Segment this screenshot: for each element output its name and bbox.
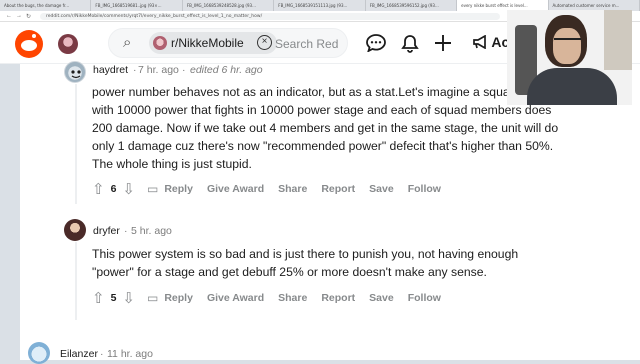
thread-line[interactable] bbox=[75, 84, 77, 204]
avatar[interactable] bbox=[64, 61, 86, 83]
bell-icon[interactable] bbox=[401, 34, 419, 58]
separator-dot: · bbox=[100, 348, 104, 360]
share-button[interactable]: Share bbox=[278, 292, 307, 304]
subreddit-filter-chip[interactable]: r/NikkeMobile × bbox=[149, 32, 277, 54]
avatar[interactable] bbox=[28, 342, 50, 364]
webcam-overlay bbox=[507, 10, 632, 105]
comment-line: power number behaves not as an indicator… bbox=[92, 85, 541, 99]
comment-line: This power system is so bad and is just … bbox=[92, 247, 519, 261]
thread-line[interactable] bbox=[75, 242, 77, 320]
comment-timestamp[interactable]: 11 hr. ago bbox=[107, 348, 153, 360]
comment-actions: ⇧ 6 ⇩ ▭ Reply Give Award Share Report Sa… bbox=[92, 180, 441, 198]
glasses bbox=[554, 38, 581, 44]
plus-icon[interactable] bbox=[434, 34, 452, 57]
avatar[interactable] bbox=[64, 219, 86, 241]
save-button[interactable]: Save bbox=[369, 292, 394, 304]
comment-line: 200 damage. Now if we take out 4 members… bbox=[92, 121, 559, 135]
back-icon[interactable]: ← bbox=[6, 13, 12, 19]
chat-icon[interactable] bbox=[366, 34, 386, 57]
browser-tab[interactable]: FB_IMG_1668519681..jpg (93×... bbox=[91, 0, 183, 11]
comment-body: power number behaves not as an indicator… bbox=[92, 83, 558, 173]
give-award-button[interactable]: Give Award bbox=[207, 292, 264, 304]
follow-button[interactable]: Follow bbox=[408, 183, 441, 195]
subreddit-chip-label: r/NikkeMobile bbox=[171, 36, 244, 50]
address-bar[interactable]: reddit.com/r/NikkeMobile/comments/yrqt7l… bbox=[40, 13, 500, 20]
comment-line: "power" for a stage and get debuff 25% o… bbox=[92, 265, 487, 279]
save-button[interactable]: Save bbox=[369, 183, 394, 195]
comment-author[interactable]: haydret bbox=[93, 64, 128, 76]
separator-dot: · bbox=[182, 64, 186, 76]
browser-tab[interactable]: FB_IMG_1668539248528.jpg (93... bbox=[183, 0, 275, 11]
vote-score: 5 bbox=[110, 292, 117, 304]
search-placeholder: Search Red bbox=[275, 37, 339, 51]
reply-icon[interactable]: ▭ bbox=[147, 291, 158, 305]
browser-tab[interactable]: FB_IMG_1668539596152.jpg (93... bbox=[366, 0, 458, 11]
report-button[interactable]: Report bbox=[321, 183, 355, 195]
comment-line: only 1 damage cuz there's now "recommend… bbox=[92, 139, 554, 153]
browser-tab[interactable]: FB_IMG_1668539151113.jpg (93... bbox=[274, 0, 366, 11]
vote-score: 6 bbox=[110, 183, 117, 195]
megaphone-icon bbox=[473, 34, 486, 50]
reply-icon[interactable]: ▭ bbox=[147, 182, 158, 196]
streamer-face bbox=[553, 28, 581, 64]
comment-timestamp[interactable]: 7 hr. ago bbox=[138, 64, 179, 76]
community-avatar[interactable] bbox=[58, 34, 78, 54]
comment-feed: haydret · 7 hr. ago · edited 6 hr. ago p… bbox=[20, 61, 640, 364]
reload-icon[interactable]: ↻ bbox=[26, 13, 31, 20]
comment-line: with 10000 power that fights in 10000 po… bbox=[92, 103, 552, 117]
subreddit-avatar bbox=[153, 36, 167, 50]
share-button[interactable]: Share bbox=[278, 183, 307, 195]
upvote-icon[interactable]: ⇧ bbox=[92, 289, 105, 307]
separator-dot: · bbox=[133, 64, 137, 76]
downvote-icon[interactable]: ⇩ bbox=[122, 289, 135, 307]
comment-body: This power system is so bad and is just … bbox=[92, 245, 518, 281]
reddit-logo-icon[interactable] bbox=[15, 30, 43, 58]
follow-button[interactable]: Follow bbox=[408, 292, 441, 304]
separator-dot: · bbox=[124, 225, 128, 237]
forward-icon[interactable]: → bbox=[16, 13, 22, 19]
comment-timestamp[interactable]: 5 hr. ago bbox=[131, 225, 172, 237]
comment-author[interactable]: Eilanzer bbox=[60, 348, 98, 360]
report-button[interactable]: Report bbox=[321, 292, 355, 304]
background-shelf bbox=[604, 10, 632, 70]
give-award-button[interactable]: Give Award bbox=[207, 183, 264, 195]
downvote-icon[interactable]: ⇩ bbox=[122, 180, 135, 198]
streamer-body bbox=[527, 68, 617, 105]
browser-tab[interactable]: About the bugs, the damage fr... bbox=[0, 0, 92, 11]
reply-button[interactable]: Reply bbox=[164, 183, 193, 195]
comment-line: The whole thing is just stupid. bbox=[92, 157, 252, 171]
advertise-button[interactable]: Ac bbox=[472, 34, 509, 50]
comment-actions: ⇧ 5 ⇩ ▭ Reply Give Award Share Report Sa… bbox=[92, 289, 441, 307]
edited-timestamp: edited 6 hr. ago bbox=[190, 64, 263, 76]
close-icon[interactable]: × bbox=[257, 35, 272, 50]
search-icon: ⌕ bbox=[123, 34, 132, 51]
reply-button[interactable]: Reply bbox=[164, 292, 193, 304]
search-box[interactable]: ⌕ r/NikkeMobile × Search Red bbox=[108, 28, 348, 58]
upvote-icon[interactable]: ⇧ bbox=[92, 180, 105, 198]
comment-author[interactable]: dryfer bbox=[93, 225, 120, 237]
